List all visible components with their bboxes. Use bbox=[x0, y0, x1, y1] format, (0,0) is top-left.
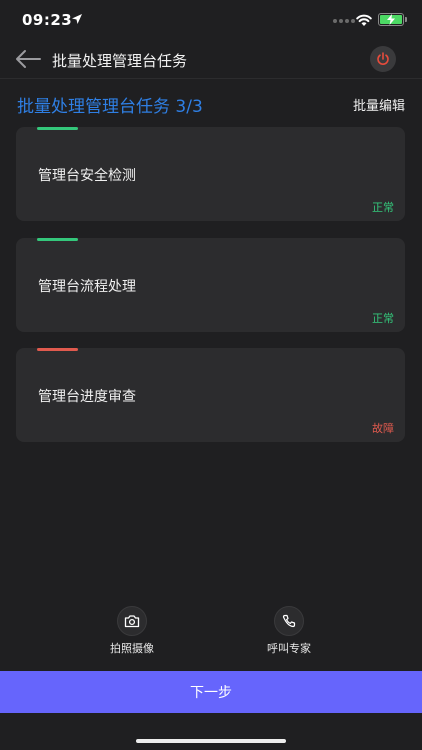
nav-title: 批量处理管理台任务 bbox=[52, 52, 188, 70]
status-time: 09:23 bbox=[22, 11, 73, 29]
status-indicator-bar bbox=[37, 238, 78, 241]
task-card[interactable]: 管理台进度审查 故障 bbox=[16, 348, 405, 442]
power-button[interactable] bbox=[370, 46, 396, 72]
task-status: 正常 bbox=[372, 312, 394, 325]
charging-bolt-icon bbox=[387, 14, 395, 25]
location-arrow-icon bbox=[72, 14, 82, 24]
nav-bar: 批量处理管理台任务 bbox=[0, 40, 422, 79]
back-arrow-icon[interactable] bbox=[14, 48, 42, 70]
status-bar: 09:23 bbox=[0, 0, 422, 40]
batch-edit-button[interactable]: 批量编辑 bbox=[353, 95, 405, 114]
status-indicator-bar bbox=[37, 127, 78, 130]
task-card[interactable]: 管理台流程处理 正常 bbox=[16, 238, 405, 332]
phone-icon bbox=[274, 606, 304, 636]
home-indicator bbox=[136, 739, 286, 743]
task-status: 故障 bbox=[372, 422, 394, 435]
section-title: 批量处理管理台任务 3/3 bbox=[17, 97, 203, 117]
next-step-button[interactable]: 下一步 bbox=[0, 671, 422, 713]
wifi-icon bbox=[356, 14, 372, 26]
task-name: 管理台安全检测 bbox=[38, 168, 136, 184]
section-header: 批量处理管理台任务 3/3 批量编辑 bbox=[0, 92, 422, 117]
status-indicator-bar bbox=[37, 348, 78, 351]
call-expert-label: 呼叫专家 bbox=[267, 642, 311, 655]
photo-button[interactable]: 拍照摄像 bbox=[92, 606, 172, 656]
camera-icon bbox=[117, 606, 147, 636]
cellular-signal-icon bbox=[333, 19, 355, 23]
task-name: 管理台进度审查 bbox=[38, 389, 136, 405]
photo-label: 拍照摄像 bbox=[110, 642, 154, 655]
power-icon bbox=[377, 52, 389, 65]
task-card[interactable]: 管理台安全检测 正常 bbox=[16, 127, 405, 221]
task-name: 管理台流程处理 bbox=[38, 279, 136, 295]
task-status: 正常 bbox=[372, 201, 394, 214]
battery-tip bbox=[405, 17, 407, 22]
call-expert-button[interactable]: 呼叫专家 bbox=[249, 606, 329, 656]
battery-icon bbox=[378, 13, 404, 26]
